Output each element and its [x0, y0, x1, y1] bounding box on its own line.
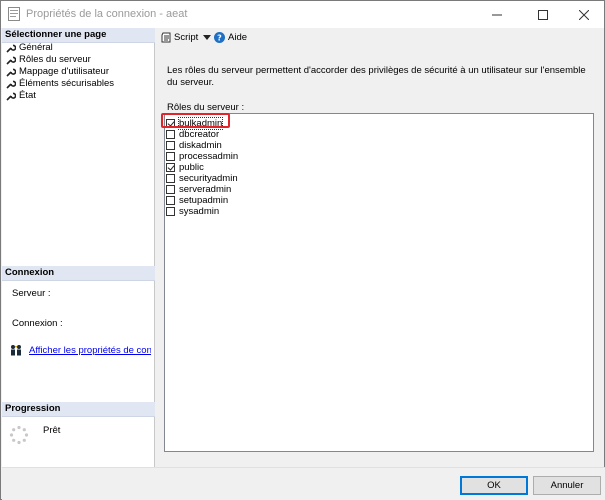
close-icon: [579, 9, 589, 20]
page-item-label: Mappage d'utilisateur: [19, 66, 110, 77]
minimize-icon: [492, 14, 502, 15]
view-connection-properties-link[interactable]: Afficher les propriétés de connexion: [29, 345, 151, 356]
svg-text:?: ?: [217, 34, 222, 43]
help-icon: ?: [214, 32, 225, 43]
window-title: Propriétés de la connexion - aeat: [26, 8, 188, 20]
left-pane: Sélectionner une page Général Rôles du s…: [2, 28, 155, 467]
cancel-button[interactable]: Annuler: [533, 476, 601, 495]
wrench-icon: [6, 92, 16, 101]
view-connection-properties-row[interactable]: Afficher les propriétés de connexion: [9, 344, 151, 356]
connection-people-icon: [11, 345, 21, 356]
script-button[interactable]: Script: [161, 32, 212, 43]
page-item-securables[interactable]: Éléments sécurisables: [6, 78, 114, 90]
role-label: bulkadmin: [177, 117, 224, 130]
role-checkbox[interactable]: [166, 185, 175, 194]
role-label: diskadmin: [179, 140, 222, 151]
minimize-button[interactable]: [474, 1, 520, 28]
wrench-icon: [6, 80, 16, 89]
role-checkbox[interactable]: [166, 119, 175, 128]
help-label: Aide: [228, 32, 248, 43]
role-checkbox[interactable]: [166, 130, 175, 139]
role-label: setupadmin: [179, 195, 229, 206]
wrench-icon: [6, 68, 16, 77]
server-label: Serveur :: [12, 288, 51, 299]
connection-label: Connexion :: [12, 318, 63, 329]
role-row-setupadmin[interactable]: setupadmin: [166, 195, 228, 206]
role-row-diskadmin[interactable]: diskadmin: [166, 140, 222, 151]
role-label: serveradmin: [179, 184, 232, 195]
page-item-label: Général: [19, 42, 53, 53]
role-row-processadmin[interactable]: processadmin: [166, 151, 238, 162]
page-item-general[interactable]: Général: [6, 42, 53, 54]
page-item-server-roles[interactable]: Rôles du serveur: [6, 54, 91, 66]
role-label: processadmin: [179, 151, 239, 162]
role-row-public[interactable]: public: [166, 162, 204, 173]
role-checkbox[interactable]: [166, 207, 175, 216]
role-checkbox[interactable]: [166, 174, 175, 183]
login-properties-window: Propriétés de la connexion - aeat Sélect…: [0, 0, 605, 500]
role-row-dbcreator[interactable]: dbcreator: [166, 129, 219, 140]
role-label: public: [179, 162, 204, 173]
maximize-icon: [538, 9, 548, 20]
server-roles-list: [164, 113, 594, 452]
select-page-header: Sélectionner une page: [2, 28, 155, 43]
window-app-icon: [8, 7, 20, 21]
page-item-label: Rôles du serveur: [19, 54, 91, 65]
progress-spinner-icon: [9, 425, 29, 445]
role-label: sysadmin: [179, 206, 220, 217]
role-checkbox[interactable]: [166, 141, 175, 150]
wrench-icon: [6, 44, 16, 53]
role-checkbox[interactable]: [166, 152, 175, 161]
progress-header: Progression: [2, 402, 155, 417]
help-button[interactable]: ? Aide: [214, 32, 247, 43]
ok-button[interactable]: OK: [460, 476, 528, 495]
server-roles-label: Rôles du serveur :: [167, 102, 245, 113]
role-label: securityadmin: [179, 173, 238, 184]
script-icon: [161, 32, 171, 43]
connection-header: Connexion: [2, 266, 155, 281]
role-row-securityadmin[interactable]: securityadmin: [166, 173, 238, 184]
page-item-status[interactable]: État: [6, 90, 36, 102]
role-row-bulkadmin[interactable]: bulkadmin: [166, 117, 224, 130]
role-label: dbcreator: [179, 129, 220, 140]
role-checkbox[interactable]: [166, 196, 175, 205]
title-bar: Propriétés de la connexion - aeat: [1, 1, 604, 28]
page-item-label: Éléments sécurisables: [19, 78, 115, 89]
role-checkbox[interactable]: [166, 163, 175, 172]
script-label: Script: [174, 32, 199, 43]
page-item-label: État: [19, 90, 36, 101]
server-roles-description: Les rôles du serveur permettent d'accord…: [167, 65, 586, 88]
chevron-down-icon[interactable]: [203, 34, 212, 41]
page-item-user-mapping[interactable]: Mappage d'utilisateur: [6, 66, 109, 78]
role-row-serveradmin[interactable]: serveradmin: [166, 184, 231, 195]
maximize-button[interactable]: [520, 1, 566, 28]
wrench-icon: [6, 56, 16, 65]
progress-status: Prêt: [43, 425, 61, 436]
close-button[interactable]: [564, 1, 604, 28]
role-row-sysadmin[interactable]: sysadmin: [166, 206, 219, 217]
